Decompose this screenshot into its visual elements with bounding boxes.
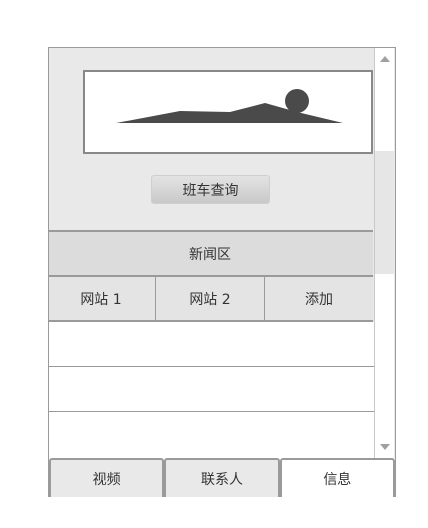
tab-site-1[interactable]: 网站 1: [49, 277, 156, 320]
triangle-up-icon: [380, 56, 390, 62]
news-section-header: 新闻区: [49, 230, 373, 275]
list-item[interactable]: [49, 367, 374, 412]
image-placeholder: [83, 70, 373, 154]
vertical-scrollbar[interactable]: [374, 48, 394, 458]
list-item[interactable]: [49, 412, 374, 457]
bottom-tab-bar: 视频 联系人 信息: [49, 458, 395, 497]
tab-video[interactable]: 视频: [49, 458, 165, 497]
list-item[interactable]: [49, 322, 374, 367]
bus-query-button[interactable]: 班车查询: [151, 175, 270, 204]
news-list: [49, 322, 374, 458]
scroll-down-button[interactable]: [376, 438, 394, 456]
tab-site-2[interactable]: 网站 2: [156, 277, 265, 320]
tab-add-site[interactable]: 添加: [265, 277, 373, 320]
phone-frame: 班车查询 新闻区 网站 1 网站 2 添加 视频 联系人 信息: [48, 47, 396, 497]
tab-messages[interactable]: 信息: [279, 458, 395, 497]
news-site-tabs: 网站 1 网站 2 添加: [49, 275, 373, 322]
triangle-down-icon: [380, 444, 390, 450]
landscape-image-icon: [116, 89, 343, 123]
tab-contacts[interactable]: 联系人: [164, 458, 280, 497]
scroll-up-button[interactable]: [376, 50, 394, 68]
scroll-thumb[interactable]: [375, 151, 394, 274]
scroll-content: 班车查询 新闻区 网站 1 网站 2 添加: [49, 48, 374, 458]
